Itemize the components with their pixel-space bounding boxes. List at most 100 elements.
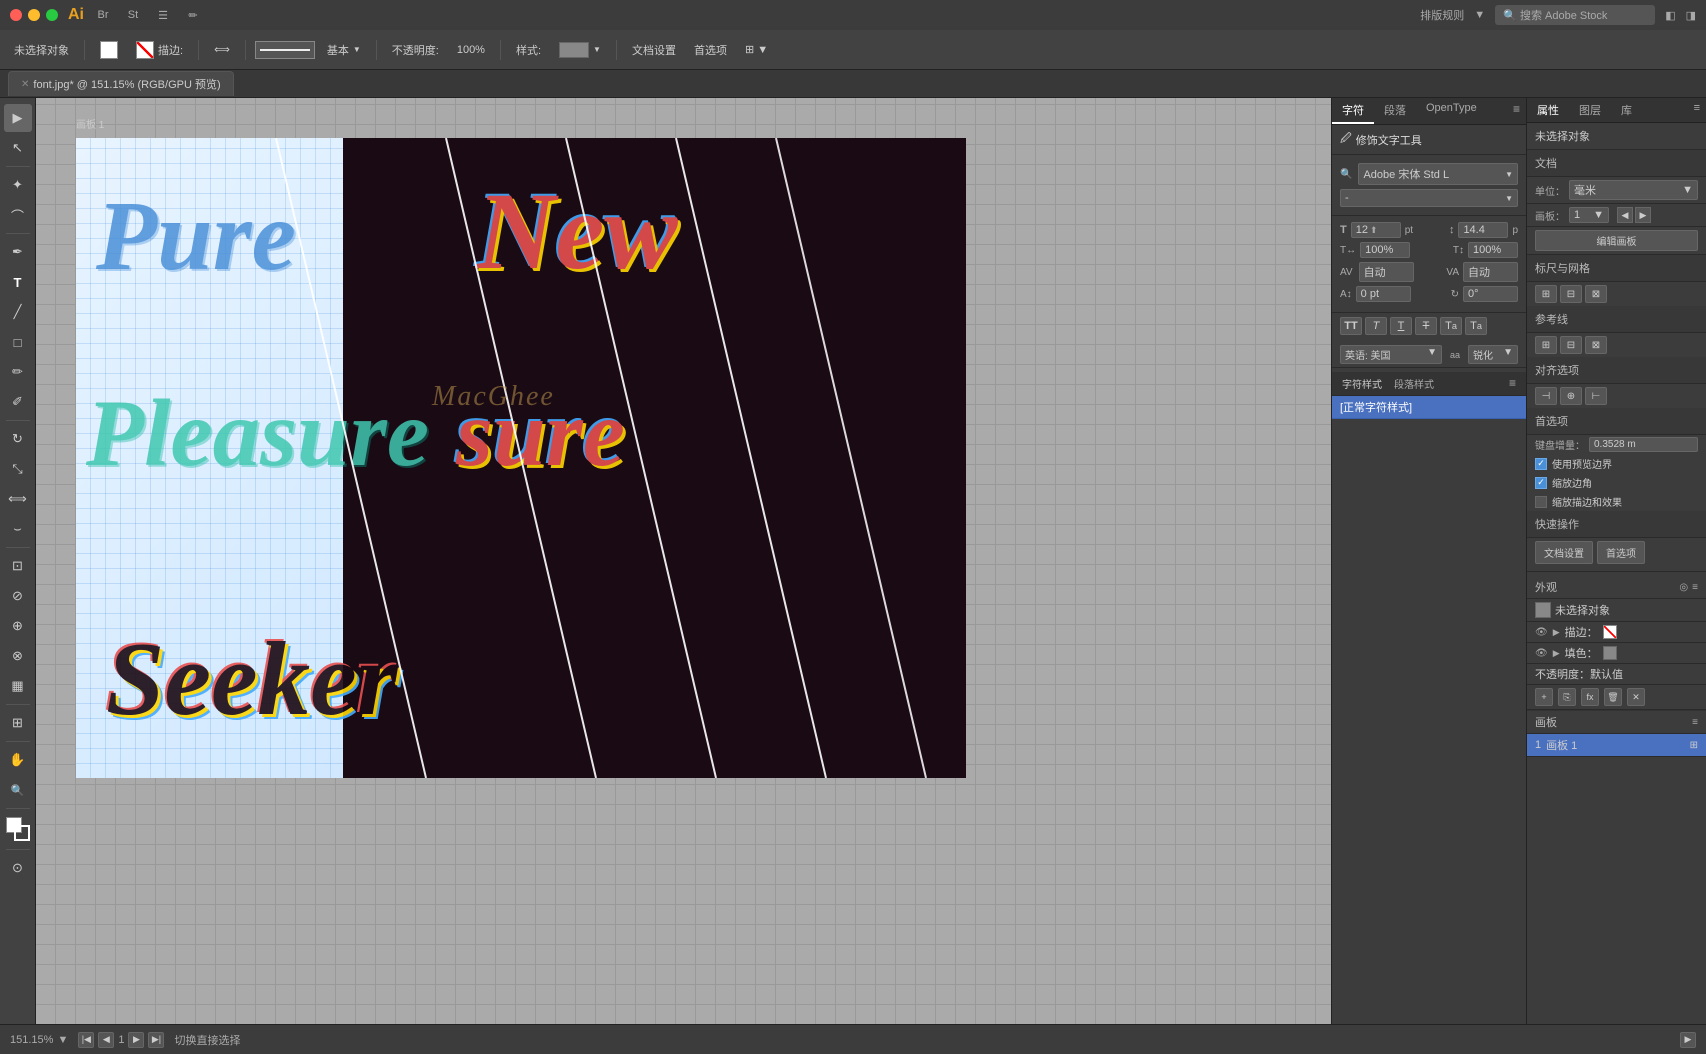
style-subscript-t[interactable]: Ta xyxy=(1465,317,1487,335)
fill-swatch[interactable] xyxy=(100,41,118,59)
tool-eyedropper[interactable]: ⊘ xyxy=(4,582,32,610)
align-center-h[interactable]: ⊕ xyxy=(1560,387,1582,405)
scale-stroke-cb[interactable] xyxy=(1535,496,1547,508)
arrange-icon[interactable]: ☰ xyxy=(152,4,174,26)
keyboard-inc-input[interactable]: 0.3528 m xyxy=(1589,437,1698,452)
style-panel-menu[interactable]: ≡ xyxy=(1503,372,1522,395)
para-tab[interactable]: 段落 xyxy=(1374,98,1416,124)
stroke-eye-icon[interactable]: 👁 xyxy=(1535,627,1548,638)
artboard-next[interactable]: ▶ xyxy=(1635,207,1651,223)
style-underline-t[interactable]: T xyxy=(1390,317,1412,335)
document-tab[interactable]: ✕ font.jpg* @ 151.15% (RGB/GPU 预览) xyxy=(8,71,234,96)
props-attr-tab[interactable]: 属性 xyxy=(1527,98,1569,122)
style-bold-tt[interactable]: TT xyxy=(1340,317,1362,335)
doc-settings-btn[interactable]: 文档设置 xyxy=(626,40,682,60)
tool-zoom[interactable]: 🔍 xyxy=(4,776,32,804)
use-preview-cb[interactable]: ✓ xyxy=(1535,458,1547,470)
char-style-item[interactable]: [正常字符样式] xyxy=(1332,396,1526,419)
tool-rotate[interactable]: ↻ xyxy=(4,425,32,453)
fill-toggle-arrow[interactable]: ▶ xyxy=(1553,648,1560,659)
delete-appearance-btn[interactable]: ✕ xyxy=(1627,688,1645,706)
opacity-input[interactable]: 100% xyxy=(451,42,491,58)
props-lib-tab[interactable]: 库 xyxy=(1611,98,1642,122)
close-button[interactable] xyxy=(10,9,22,21)
add-appearance-btn[interactable]: + xyxy=(1535,688,1553,706)
ruler-btn-1[interactable]: ⊞ xyxy=(1535,285,1557,303)
tool-scale[interactable]: ⤡ xyxy=(4,455,32,483)
page-last-btn[interactable]: ▶| xyxy=(148,1032,164,1048)
bridge-icon[interactable]: Br xyxy=(92,4,114,26)
tool-hand[interactable]: ✋ xyxy=(4,746,32,774)
stroke-toggle-arrow[interactable]: ▶ xyxy=(1553,627,1560,638)
guide-btn-2[interactable]: ⊟ xyxy=(1560,336,1582,354)
page-prev-btn[interactable]: ◀ xyxy=(98,1032,114,1048)
ruler-btn-2[interactable]: ⊟ xyxy=(1560,285,1582,303)
size-stepper[interactable]: ⬆ xyxy=(1370,225,1378,236)
blend-mode-dropdown[interactable]: 基本 ▼ xyxy=(321,40,367,60)
kern-dropdown[interactable]: 自动 xyxy=(1359,262,1414,282)
duplicate-appearance-btn[interactable]: ⎘ xyxy=(1558,688,1576,706)
fill-swatch-small[interactable] xyxy=(1603,646,1617,660)
language-dropdown[interactable]: 英语: 美国 ▼ xyxy=(1340,345,1442,364)
stroke-color[interactable]: 描边: xyxy=(130,39,189,61)
zoom-value[interactable]: 151.15% xyxy=(10,1034,53,1046)
tracking-dropdown[interactable]: 自动 xyxy=(1463,262,1518,282)
tool-width[interactable]: ⟺ xyxy=(4,485,32,513)
guide-btn-1[interactable]: ⊞ xyxy=(1535,336,1557,354)
layout-menu[interactable]: 排版规则 xyxy=(1420,7,1464,23)
char-style-tab[interactable]: 字符样式 xyxy=(1336,372,1388,395)
style-superscript-t[interactable]: Ta xyxy=(1440,317,1462,335)
ruler-btn-3[interactable]: ⊠ xyxy=(1585,285,1607,303)
more-options[interactable]: ⊞ ▼ xyxy=(739,41,774,58)
page-next-btn[interactable]: ▶ xyxy=(128,1032,144,1048)
opentype-tab[interactable]: OpenType xyxy=(1416,98,1487,124)
page-num[interactable]: 1 xyxy=(118,1034,124,1046)
quick-prefs-btn[interactable]: 首选项 xyxy=(1597,541,1645,564)
guide-btn-3[interactable]: ⊠ xyxy=(1585,336,1607,354)
artboard-prev[interactable]: ◀ xyxy=(1617,207,1633,223)
variable-width[interactable]: ⟺ xyxy=(208,41,236,58)
align-right[interactable]: ⊢ xyxy=(1585,387,1607,405)
tool-type[interactable]: T xyxy=(4,268,32,296)
zoom-dropdown-icon[interactable]: ▼ xyxy=(57,1034,68,1046)
panel-toggle-1[interactable]: ◧ xyxy=(1665,9,1675,22)
brush-icon[interactable]: ✏ xyxy=(182,4,204,26)
style-dropdown[interactable]: ▼ xyxy=(553,40,607,60)
tool-graph[interactable]: ▦ xyxy=(4,672,32,700)
tool-symbol-spray[interactable]: ⊗ xyxy=(4,642,32,670)
minimize-button[interactable] xyxy=(28,9,40,21)
font-variant-dropdown[interactable]: - ▼ xyxy=(1340,189,1518,207)
tool-warp[interactable]: ⌣ xyxy=(4,515,32,543)
tool-slice[interactable]: ⊞ xyxy=(4,709,32,737)
scale-corners-cb[interactable]: ✓ xyxy=(1535,477,1547,489)
page-first-btn[interactable]: |◀ xyxy=(78,1032,94,1048)
rotate-input[interactable]: 0° xyxy=(1463,286,1518,302)
unit-dropdown[interactable]: 毫米 ▼ xyxy=(1569,180,1698,200)
tool-screen-mode[interactable]: ⊙ xyxy=(4,854,32,882)
tool-line[interactable]: ╱ xyxy=(4,298,32,326)
tool-magic-wand[interactable]: ✦ xyxy=(4,171,32,199)
clear-appearance-btn[interactable]: 🗑 xyxy=(1604,688,1622,706)
artboard-status-btn[interactable]: ▶ xyxy=(1680,1032,1696,1048)
tool-selection[interactable]: ▶ xyxy=(4,104,32,132)
font-size-input[interactable]: 12 ⬆ xyxy=(1351,222,1401,238)
artboard[interactable]: Pure New Pleasure sure Seeker xyxy=(76,138,966,778)
stroke-swatch[interactable] xyxy=(136,41,154,59)
style-italic-t[interactable]: T xyxy=(1365,317,1387,335)
baseline-input[interactable]: 0 pt xyxy=(1356,286,1411,302)
appearance-toggle[interactable]: ◎ xyxy=(1679,582,1688,593)
para-style-tab[interactable]: 段落样式 xyxy=(1388,372,1440,395)
maximize-button[interactable] xyxy=(46,9,58,21)
panel-toggle-2[interactable]: ◨ xyxy=(1686,9,1696,22)
tool-direct-selection[interactable]: ↖ xyxy=(4,134,32,162)
style-strikethrough-t[interactable]: T xyxy=(1415,317,1437,335)
stroke-preview[interactable] xyxy=(255,41,315,59)
tool-rect[interactable]: □ xyxy=(4,328,32,356)
props-panel-menu[interactable]: ≡ xyxy=(1688,98,1706,122)
tool-pen[interactable]: ✒ xyxy=(4,238,32,266)
anti-alias-dropdown[interactable]: 锐化 ▼ xyxy=(1468,345,1518,364)
fill-stroke-indicator[interactable] xyxy=(4,815,32,843)
tool-pencil[interactable]: ✐ xyxy=(4,388,32,416)
canvas-area[interactable]: Pure New Pleasure sure Seeker xyxy=(36,98,1331,1024)
stock-search[interactable]: 🔍 搜索 Adobe Stock xyxy=(1495,5,1655,25)
